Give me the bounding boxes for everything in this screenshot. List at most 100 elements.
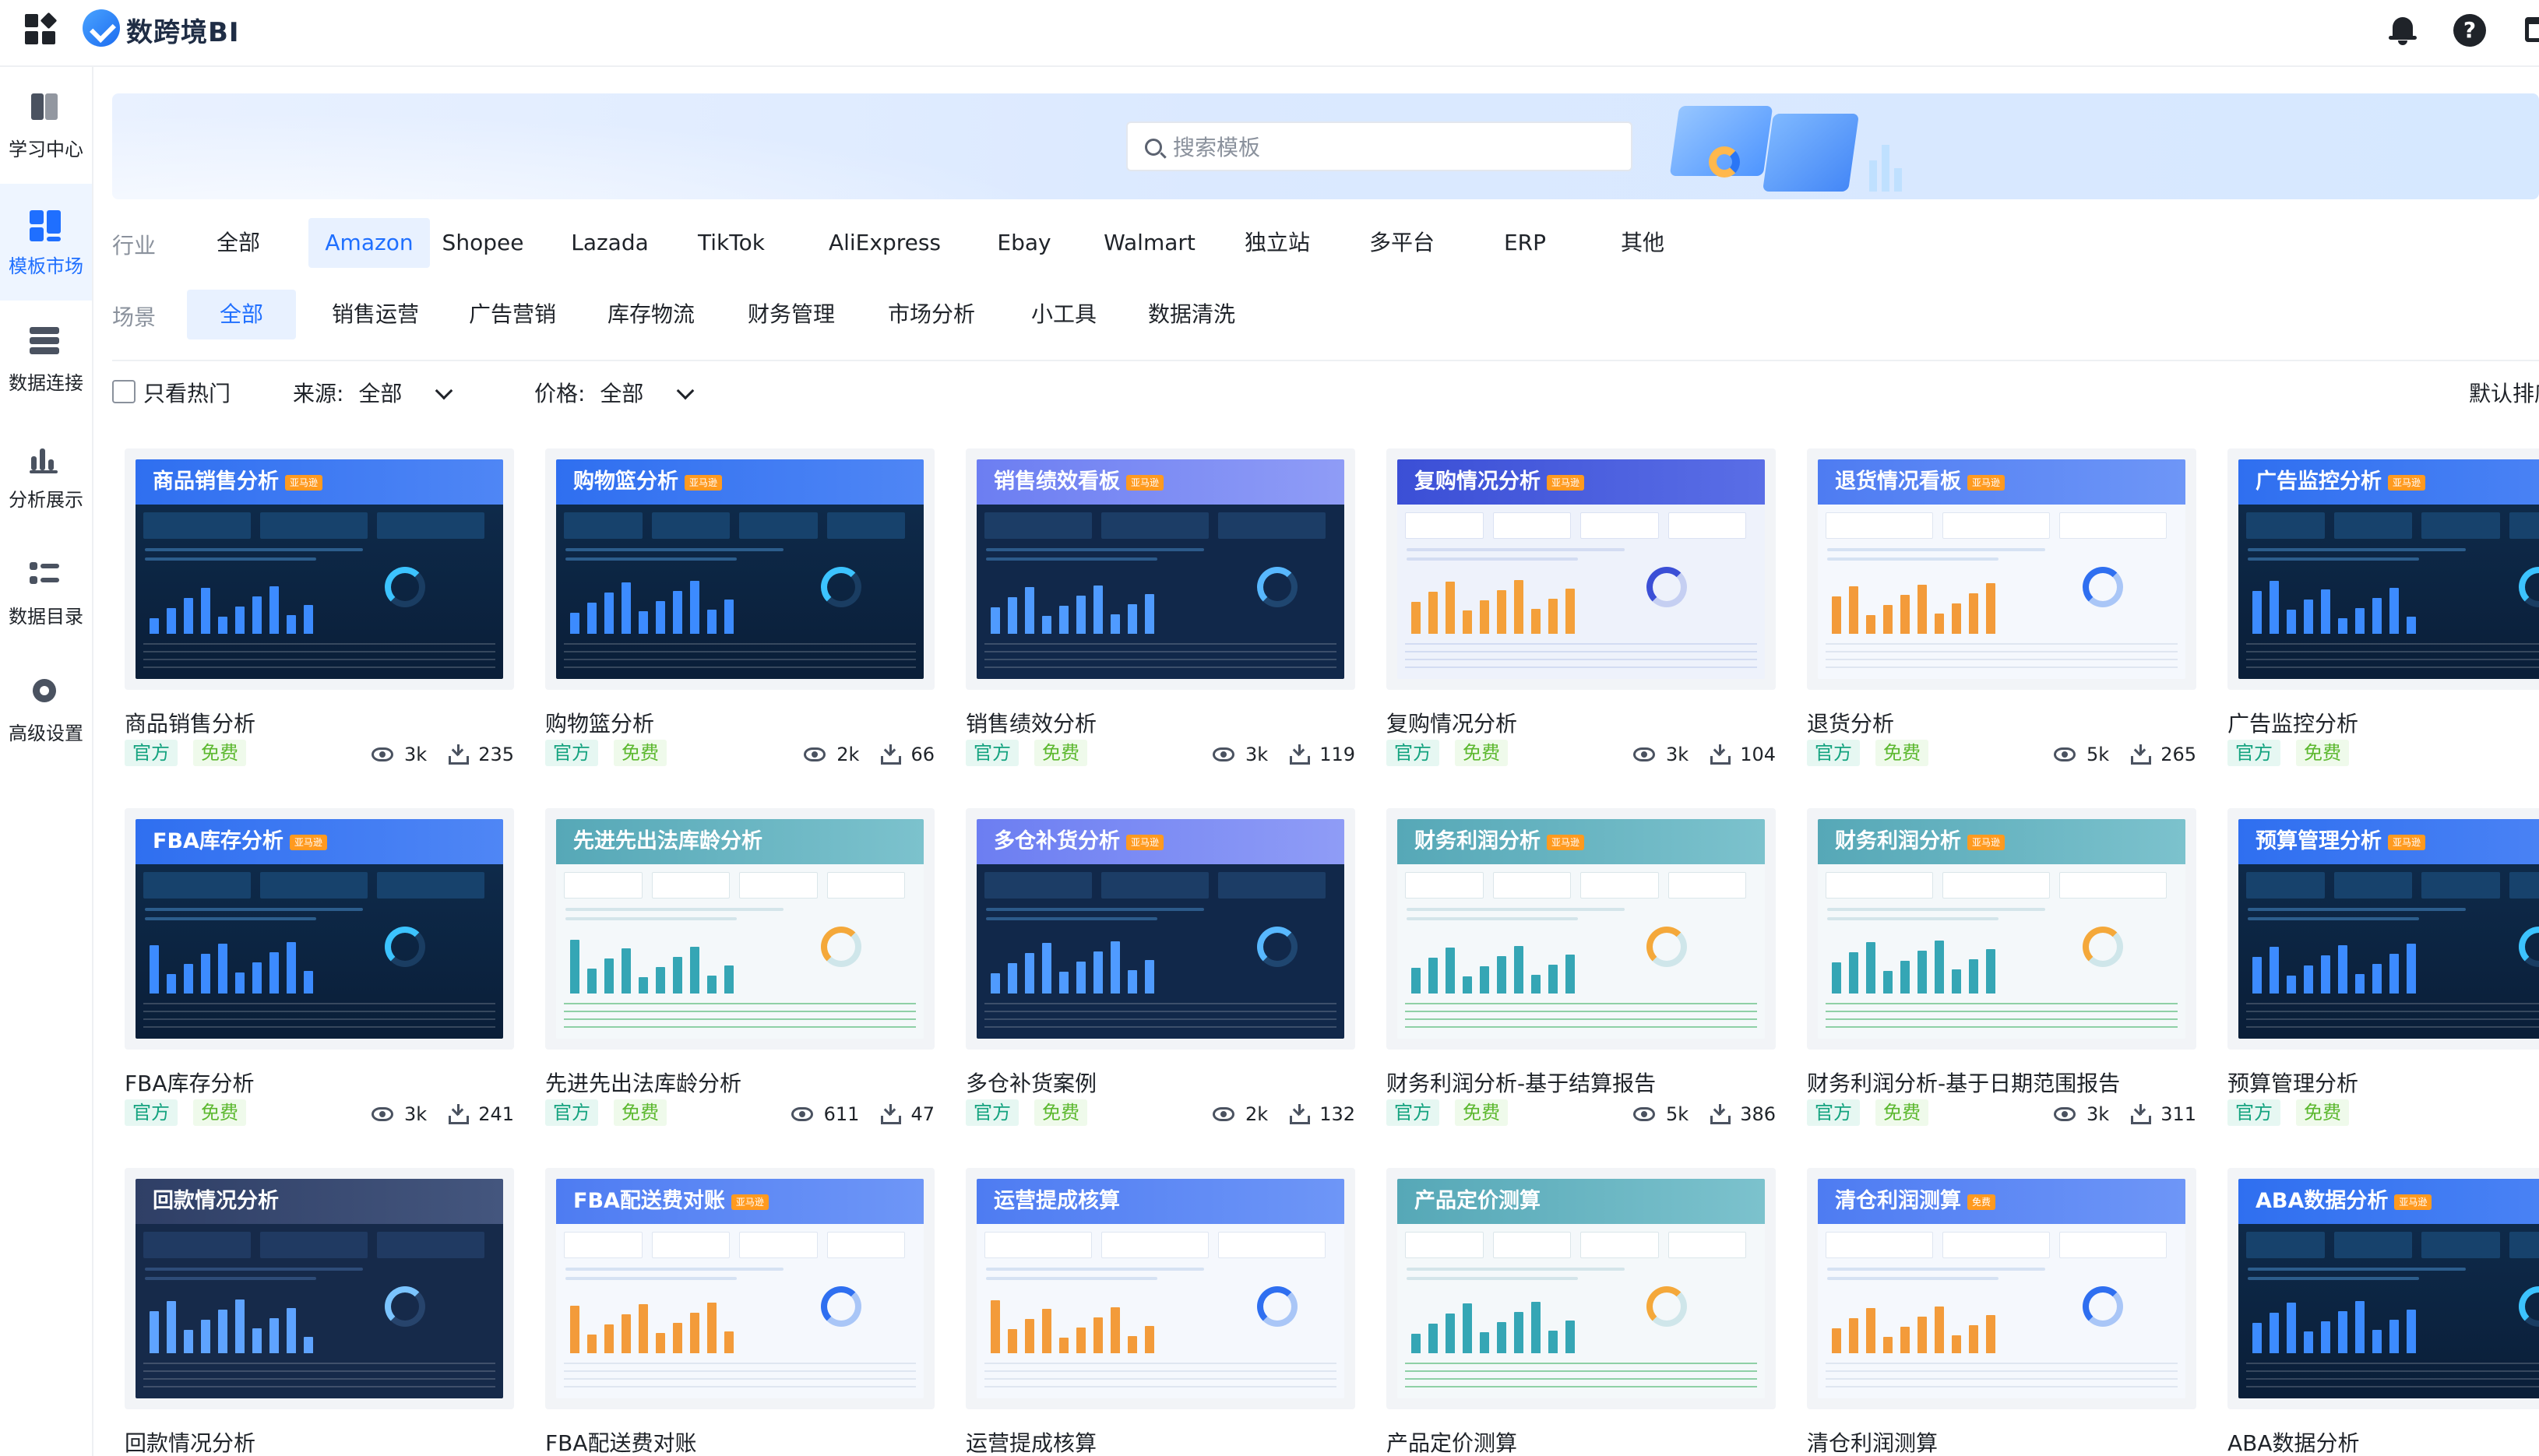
template-thumbnail[interactable]: ABA数据分析 亚马逊 <box>2227 1168 2539 1409</box>
industry-chip[interactable]: AliExpress <box>816 218 953 268</box>
template-title[interactable]: 财务利润分析-基于日期范围报告 <box>1807 1067 2120 1098</box>
industry-chip[interactable]: Amazon <box>308 218 430 268</box>
template-card[interactable]: 复购情况分析 亚马逊 复购情况分析 官方 免费 3k 104 <box>1386 448 1776 775</box>
template-thumbnail[interactable]: 产品定价测算 <box>1386 1168 1776 1409</box>
sidebar-item-analysis[interactable]: 分析展示 <box>0 417 92 534</box>
template-card[interactable]: 先进先出法库龄分析 先进先出法库龄分析 官方 免费 611 47 <box>545 808 935 1135</box>
price-dropdown[interactable]: 价格: 全部 <box>534 377 643 408</box>
scene-chip[interactable]: 销售运营 <box>321 290 430 339</box>
template-card[interactable]: FBA库存分析 亚马逊 FBA库存分析 官方 免费 3k 241 <box>125 808 514 1135</box>
template-title[interactable]: 退货分析 <box>1807 707 1894 738</box>
industry-chip[interactable]: Shopee <box>436 218 530 268</box>
hot-only-label[interactable]: 只看热门 <box>143 377 231 408</box>
template-card[interactable]: 清仓利润测算 免费清仓利润测算 <box>1807 1168 2196 1456</box>
template-thumbnail[interactable]: 清仓利润测算 免费 <box>1807 1168 2196 1409</box>
template-thumbnail[interactable]: FBA库存分析 亚马逊 <box>125 808 514 1050</box>
template-thumbnail[interactable]: 购物篮分析 亚马逊 <box>545 448 935 690</box>
template-title[interactable]: 购物篮分析 <box>545 707 654 738</box>
template-thumbnail[interactable]: 财务利润分析 亚马逊 <box>1386 808 1776 1050</box>
template-thumbnail[interactable]: 复购情况分析 亚马逊 <box>1386 448 1776 690</box>
sidebar-item-advanced-settings[interactable]: 高级设置 <box>0 651 92 768</box>
industry-chip[interactable]: ERP <box>1484 218 1565 268</box>
industry-chip[interactable]: TikTok <box>692 218 771 268</box>
template-card[interactable]: 多仓补货分析 亚马逊 多仓补货案例 官方 免费 2k 132 <box>966 808 1355 1135</box>
scene-chip[interactable]: 库存物流 <box>597 290 706 339</box>
scene-chip[interactable]: 广告营销 <box>458 290 567 339</box>
industry-chip[interactable]: 全部 <box>202 218 274 268</box>
sort-dropdown[interactable]: 默认排序 <box>2469 377 2539 408</box>
template-title[interactable]: 回款情况分析 <box>125 1426 255 1456</box>
template-card[interactable]: 购物篮分析 亚马逊 购物篮分析 官方 免费 2k 66 <box>545 448 935 775</box>
template-title[interactable]: 商品销售分析 <box>125 707 255 738</box>
app-grid-icon[interactable] <box>25 12 58 45</box>
sidebar-item-template-market[interactable]: 模板市场 <box>0 184 92 301</box>
template-title[interactable]: 预算管理分析 <box>2227 1067 2358 1098</box>
download-count: 311 <box>2160 1103 2196 1125</box>
template-title[interactable]: 复购情况分析 <box>1386 707 1517 738</box>
template-title[interactable]: 产品定价测算 <box>1386 1426 1517 1456</box>
calendar-icon[interactable] <box>2523 14 2539 47</box>
industry-chip[interactable]: 独立站 <box>1226 218 1329 268</box>
template-card[interactable]: 财务利润分析 亚马逊 财务利润分析-基于结算报告 官方 免费 5k 386 <box>1386 808 1776 1135</box>
industry-chip[interactable]: Ebay <box>981 218 1067 268</box>
template-card[interactable]: 财务利润分析 亚马逊 财务利润分析-基于日期范围报告 官方 免费 3k 311 <box>1807 808 2196 1135</box>
template-card[interactable]: ABA数据分析 亚马逊 ABA数据分析 <box>2227 1168 2539 1456</box>
thumbnail-title-text: 财务利润分析 <box>1835 829 1961 853</box>
industry-label: 行业 <box>112 233 157 258</box>
scene-chip[interactable]: 小工具 <box>1017 290 1111 339</box>
sidebar-item-data-catalog[interactable]: 数据目录 <box>0 534 92 651</box>
template-card[interactable]: 运营提成核算 运营提成核算 <box>966 1168 1355 1456</box>
template-card[interactable]: 退货情况看板 亚马逊 退货分析 官方 免费 5k 265 <box>1807 448 2196 775</box>
industry-chip[interactable]: Walmart <box>1086 218 1213 268</box>
sidebar-item-data-connection[interactable]: 数据连接 <box>0 301 92 417</box>
scene-chip[interactable]: 市场分析 <box>877 290 986 339</box>
template-thumbnail[interactable]: 销售绩效看板 亚马逊 <box>966 448 1355 690</box>
thumbnail-title-text: 购物篮分析 <box>573 470 678 494</box>
template-title[interactable]: 财务利润分析-基于结算报告 <box>1386 1067 1656 1098</box>
template-card[interactable]: 回款情况分析 回款情况分析 <box>125 1168 514 1456</box>
template-title[interactable]: ABA数据分析 <box>2227 1426 2360 1456</box>
template-card[interactable]: 销售绩效看板 亚马逊 销售绩效分析 官方 免费 3k 119 <box>966 448 1355 775</box>
template-thumbnail[interactable]: 回款情况分析 <box>125 1168 514 1409</box>
template-thumbnail[interactable]: 运营提成核算 <box>966 1168 1355 1409</box>
template-title[interactable]: FBA库存分析 <box>125 1067 254 1098</box>
template-thumbnail[interactable]: 预算管理分析 亚马逊 <box>2227 808 2539 1050</box>
template-thumbnail[interactable]: 广告监控分析 亚马逊 <box>2227 448 2539 690</box>
industry-chip[interactable]: 其他 <box>1600 218 1685 268</box>
template-card[interactable]: FBA配送费对账 亚马逊 FBA配送费对账 <box>545 1168 935 1456</box>
template-thumbnail[interactable]: 先进先出法库龄分析 <box>545 808 935 1050</box>
source-dropdown[interactable]: 来源: 全部 <box>293 377 402 408</box>
sidebar-item-learning-center[interactable]: 学习中心 <box>0 67 92 184</box>
template-title[interactable]: 先进先出法库龄分析 <box>545 1067 741 1098</box>
template-thumbnail[interactable]: 退货情况看板 亚马逊 <box>1807 448 2196 690</box>
template-title[interactable]: 清仓利润测算 <box>1807 1426 1938 1456</box>
scene-chip[interactable]: 全部 <box>187 290 296 339</box>
hot-only-checkbox[interactable] <box>112 380 136 403</box>
chevron-down-icon[interactable] <box>676 382 695 400</box>
template-thumbnail[interactable]: 多仓补货分析 亚马逊 <box>966 808 1355 1050</box>
scene-chip[interactable]: 财务管理 <box>737 290 846 339</box>
template-thumbnail[interactable]: 商品销售分析 亚马逊 <box>125 448 514 690</box>
template-card[interactable]: 产品定价测算 产品定价测算 <box>1386 1168 1776 1456</box>
scene-chip[interactable]: 数据清洗 <box>1137 290 1246 339</box>
industry-chip[interactable]: Lazada <box>564 218 656 268</box>
template-title[interactable]: 销售绩效分析 <box>966 707 1097 738</box>
template-title[interactable]: 广告监控分析 <box>2227 707 2358 738</box>
template-title[interactable]: 运营提成核算 <box>966 1426 1097 1456</box>
template-card[interactable]: 广告监控分析亚马逊广告监控分析官方免费977 <box>2227 448 2539 775</box>
template-title[interactable]: 多仓补货案例 <box>966 1067 1097 1098</box>
template-card[interactable]: 商品销售分析 亚马逊 商品销售分析 官方 免费 3k 235 <box>125 448 514 775</box>
bell-icon[interactable] <box>2386 14 2419 47</box>
template-title[interactable]: FBA配送费对账 <box>545 1426 696 1456</box>
industry-chip[interactable]: 多平台 <box>1350 218 1453 268</box>
download-icon <box>1710 744 1731 765</box>
thumbnail-title-text: 销售绩效看板 <box>994 470 1120 494</box>
template-thumbnail[interactable]: 财务利润分析 亚马逊 <box>1807 808 2196 1050</box>
help-icon[interactable]: ? <box>2453 14 2486 47</box>
chevron-down-icon[interactable] <box>435 382 453 400</box>
search-input[interactable] <box>1173 131 1609 164</box>
template-card[interactable]: 预算管理分析亚马逊预算管理分析官方免费2k <box>2227 808 2539 1135</box>
search-box[interactable] <box>1126 121 1632 171</box>
template-thumbnail[interactable]: FBA配送费对账 亚马逊 <box>545 1168 935 1409</box>
thumbnail-title: FBA库存分析 亚马逊 <box>136 819 503 864</box>
